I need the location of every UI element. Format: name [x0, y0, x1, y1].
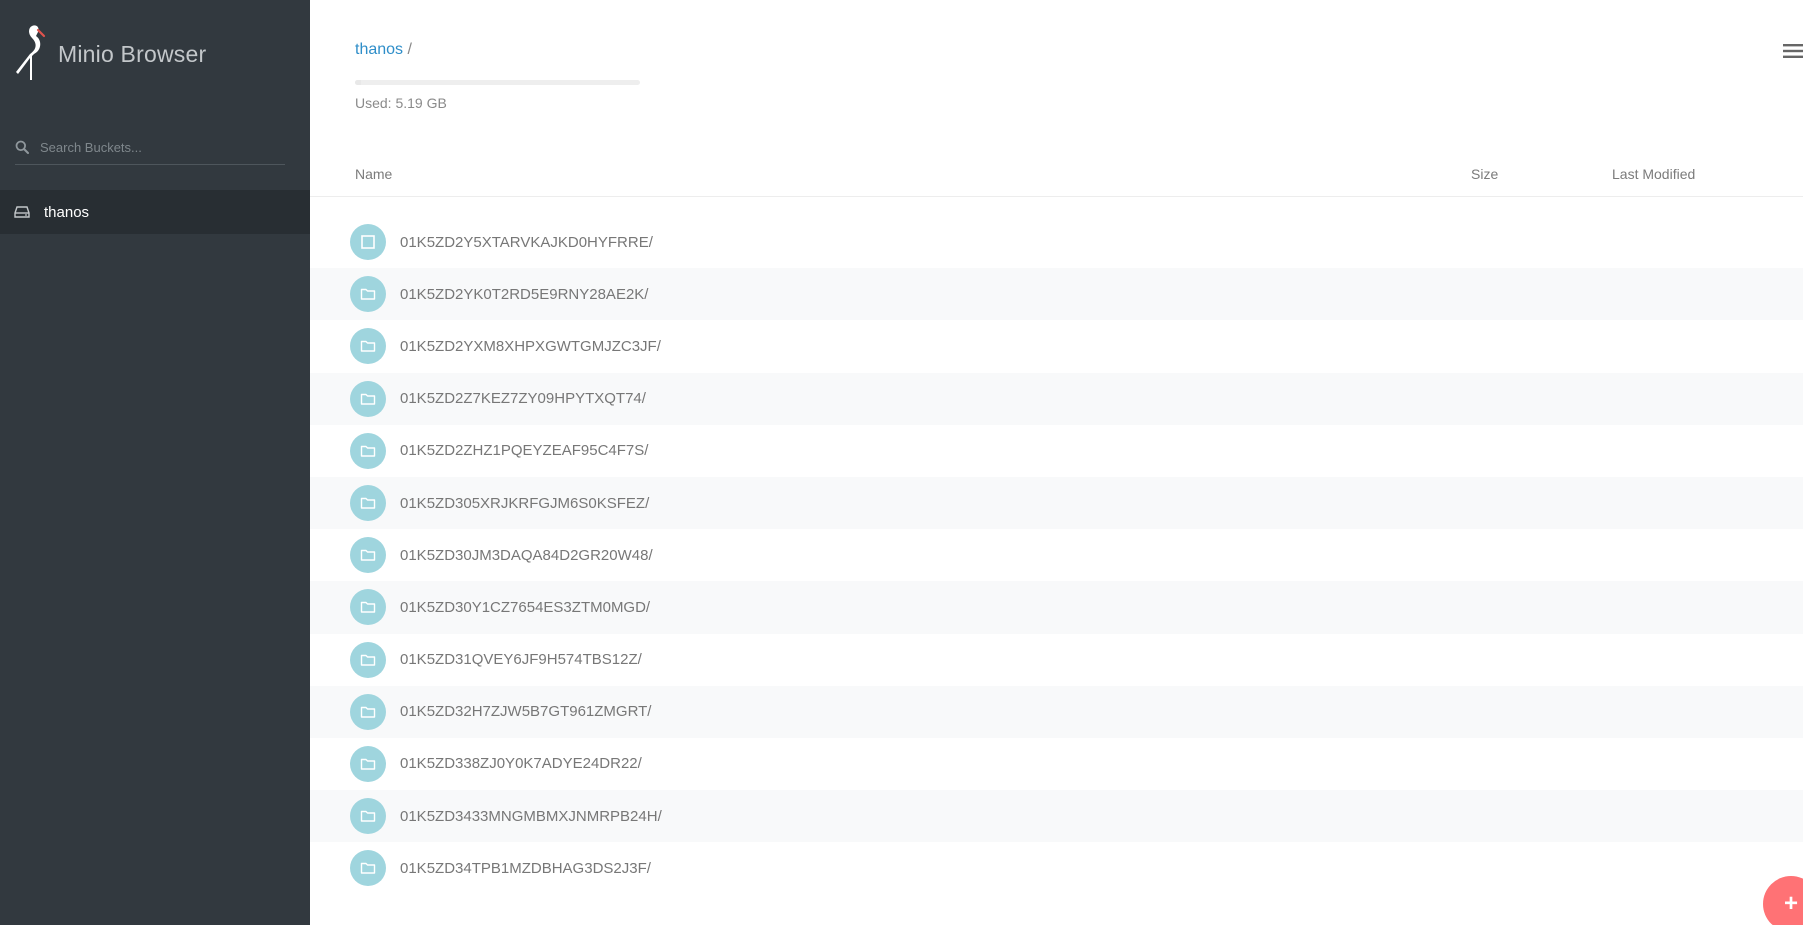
object-name[interactable]: 01K5ZD2Y5XTARVKAJKD0HYFRRE/ — [400, 234, 653, 251]
folder-icon-circle[interactable] — [350, 537, 386, 574]
table-row[interactable]: 01K5ZD2Z7KEZ7ZY09HPYTXQT74/ — [310, 372, 1803, 425]
hamburger-icon[interactable] — [1783, 43, 1803, 59]
folder-icon-circle[interactable] — [350, 850, 386, 887]
table-row[interactable]: 01K5ZD34TPB1MZDBHAG3DS2J3F/ — [310, 842, 1803, 894]
folder-icon-circle[interactable] — [350, 641, 386, 678]
object-name[interactable]: 01K5ZD2YK0T2RD5E9RNY28AE2K/ — [400, 286, 648, 303]
folder-icon — [360, 758, 376, 770]
folder-icon-circle[interactable] — [350, 276, 386, 313]
search-icon — [15, 140, 29, 154]
minio-logo-icon — [16, 25, 46, 81]
column-header-size[interactable]: Size — [1471, 166, 1498, 182]
object-name[interactable]: 01K5ZD32H7ZJW5B7GT961ZMGRT/ — [400, 703, 651, 720]
table-row[interactable]: 01K5ZD305XRJKRFGJM6S0KSFEZ/ — [310, 476, 1803, 530]
checkbox-icon — [361, 235, 375, 249]
folder-icon — [360, 341, 376, 353]
breadcrumb: thanos / — [355, 41, 412, 59]
folder-icon — [360, 602, 376, 614]
table-header: Name Size Last Modified — [310, 150, 1803, 197]
sidebar: Minio Browser thanos — [0, 0, 310, 925]
object-name[interactable]: 01K5ZD305XRJKRFGJM6S0KSFEZ/ — [400, 495, 649, 512]
sidebar-bucket-label: thanos — [44, 203, 90, 221]
folder-icon-circle[interactable] — [350, 328, 386, 365]
plus-icon: + — [1783, 890, 1798, 917]
table-row[interactable]: 01K5ZD3433MNGMBMXJNMRPB24H/ — [310, 790, 1803, 843]
logo[interactable]: Minio Browser — [14, 22, 206, 86]
folder-icon — [360, 706, 376, 718]
folder-icon-circle[interactable] — [350, 693, 386, 730]
minio-browser-app: Minio Browser thanos thanos / Use — [0, 0, 1803, 925]
sidebar-bucket-thanos[interactable]: thanos — [0, 190, 310, 234]
object-name[interactable]: 01K5ZD338ZJ0Y0K7ADYE24DR22/ — [400, 755, 642, 772]
object-name[interactable]: 01K5ZD2Z7KEZ7ZY09HPYTXQT74/ — [400, 390, 646, 407]
folder-icon-circle[interactable] — [350, 589, 386, 626]
folder-icon — [360, 863, 376, 875]
object-name[interactable]: 01K5ZD2YXM8XHPXGWTGMJZC3JF/ — [400, 338, 661, 355]
object-name[interactable]: 01K5ZD30JM3DAQA84D2GR20W48/ — [400, 547, 653, 564]
table-row[interactable]: 01K5ZD30JM3DAQA84D2GR20W48/ — [310, 529, 1803, 581]
folder-icon — [360, 393, 376, 405]
usage-progress-fill — [355, 80, 361, 85]
app-title: Minio Browser — [58, 40, 207, 67]
folder-icon-circle[interactable] — [350, 485, 386, 522]
usage-progress-bar — [355, 80, 640, 85]
object-name[interactable]: 01K5ZD34TPB1MZDBHAG3DS2J3F/ — [400, 860, 651, 877]
folder-icon-circle[interactable] — [350, 432, 386, 469]
folder-icon — [360, 445, 376, 457]
usage-label: Used: 5.19 GB — [355, 95, 447, 111]
object-name[interactable]: 01K5ZD31QVEY6JF9H574TBS12Z/ — [400, 651, 642, 668]
folder-icon-circle[interactable] — [350, 380, 386, 417]
folder-icon — [360, 654, 376, 666]
object-name[interactable]: 01K5ZD30Y1CZ7654ES3ZTM0MGD/ — [400, 599, 650, 616]
column-header-last-modified[interactable]: Last Modified — [1612, 166, 1695, 182]
folder-icon — [360, 497, 376, 509]
folder-icon — [360, 550, 376, 561]
drive-icon — [14, 206, 30, 218]
object-name[interactable]: 01K5ZD2ZHZ1PQEYZEAF95C4F7S/ — [400, 442, 648, 459]
table-row[interactable]: 01K5ZD30Y1CZ7654ES3ZTM0MGD/ — [310, 581, 1803, 634]
table-row[interactable]: 01K5ZD2ZHZ1PQEYZEAF95C4F7S/ — [310, 425, 1803, 477]
select-checkbox[interactable] — [350, 224, 386, 261]
table-row[interactable]: 01K5ZD2Y5XTARVKAJKD0HYFRRE/ — [310, 216, 1803, 268]
folder-icon — [360, 289, 376, 300]
breadcrumb-separator: / — [407, 41, 412, 58]
search-bar — [15, 130, 285, 165]
table-row[interactable]: 01K5ZD31QVEY6JF9H574TBS12Z/ — [310, 634, 1803, 686]
table-row[interactable]: 01K5ZD32H7ZJW5B7GT961ZMGRT/ — [310, 685, 1803, 738]
column-header-name[interactable]: Name — [355, 166, 392, 182]
main-panel: thanos / Used: 5.19 GB Name Size Last Mo… — [310, 0, 1803, 925]
object-name[interactable]: 01K5ZD3433MNGMBMXJNMRPB24H/ — [400, 808, 662, 825]
search-buckets-input[interactable] — [38, 138, 272, 156]
object-list: 01K5ZD2Y5XTARVKAJKD0HYFRRE/01K5ZD2YK0T2R… — [310, 216, 1803, 894]
table-row[interactable]: 01K5ZD2YXM8XHPXGWTGMJZC3JF/ — [310, 320, 1803, 372]
table-row[interactable]: 01K5ZD338ZJ0Y0K7ADYE24DR22/ — [310, 738, 1803, 790]
folder-icon-circle[interactable] — [350, 798, 386, 835]
table-row[interactable]: 01K5ZD2YK0T2RD5E9RNY28AE2K/ — [310, 268, 1803, 321]
folder-icon — [360, 810, 376, 822]
breadcrumb-bucket-link[interactable]: thanos — [355, 41, 403, 58]
folder-icon-circle[interactable] — [350, 745, 386, 782]
